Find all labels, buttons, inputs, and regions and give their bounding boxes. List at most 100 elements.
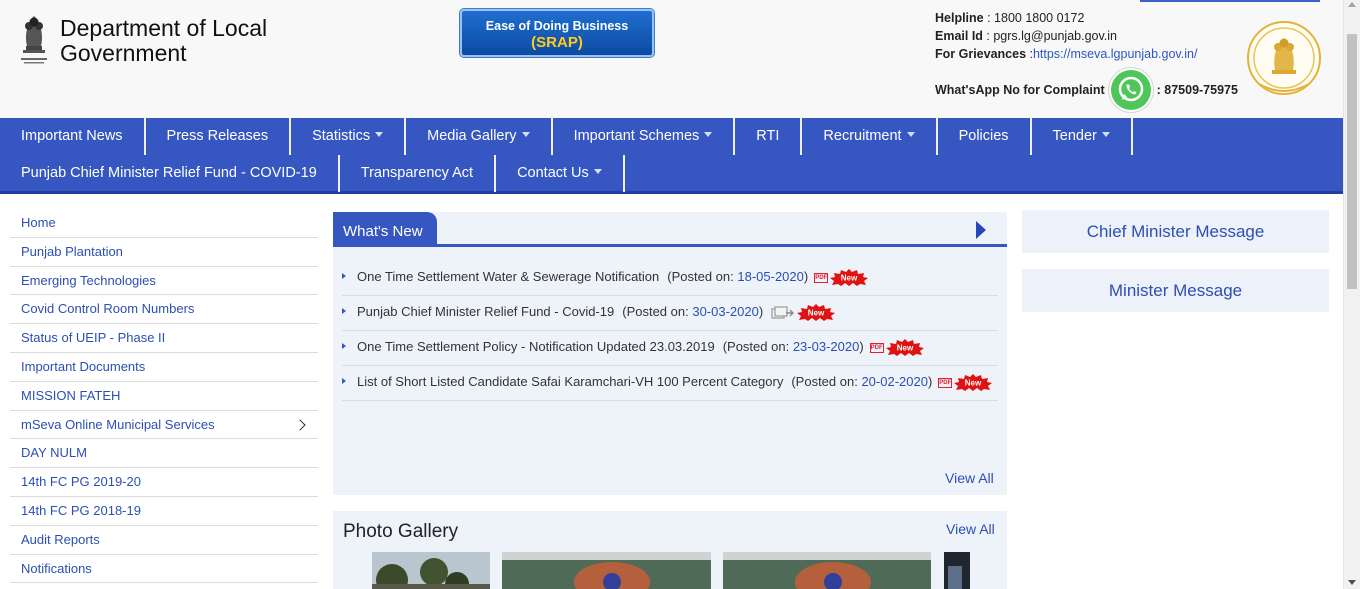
sidebar-item-label: Status of UEIP - Phase II [21,330,166,346]
department-title-line1: Department of Local [60,15,268,41]
sidebar-item-14th-fc-pg-2018-19[interactable]: 14th FC PG 2018-19 [10,497,318,526]
sidebar-item-punjab-plantation[interactable]: Punjab Plantation [10,238,318,267]
sidebar-item-label: Punjab Plantation [21,243,123,259]
pdf-icon[interactable]: PDF [869,342,884,353]
news-item-title[interactable]: One Time Settlement Water & Sewerage Not… [357,269,659,284]
left-sidebar-menu: Home Punjab Plantation Emerging Technologi… [10,209,318,584]
pdf-icon[interactable]: PDF [938,377,953,388]
whats-new-view-all-link[interactable]: View All [945,470,994,486]
gallery-photo-2[interactable] [502,552,711,589]
state-emblem-icon[interactable] [17,10,51,70]
punjab-seal-icon[interactable] [1245,14,1323,102]
posted-prefix: (Posted on: [791,374,862,390]
nav-item-important-schemes[interactable]: Important Schemes [553,118,736,155]
news-item-date: 30-03-2020 [692,304,759,320]
department-title[interactable]: Department of Local Government [60,16,300,66]
main-navigation: Important News Press Releases Statistics Me… [0,118,1343,194]
chief-minister-message-link[interactable]: Chief Minister Message [1022,210,1329,253]
helpline-label: Helpline [935,11,984,25]
pdf-icon[interactable]: PDF [814,272,829,283]
site-header: Department of Local Government Ease of D… [0,0,1343,118]
nav-item-punjab-chief-minister-relief-fund-covid-19[interactable]: Punjab Chief Minister Relief Fund - COVI… [0,155,340,192]
page-scrollbar[interactable] [1343,0,1360,589]
nav-item-tender[interactable]: Tender [1032,118,1133,155]
news-item-title[interactable]: Punjab Chief Minister Relief Fund - Covi… [357,304,614,319]
news-item-date: 23-03-2020 [792,339,860,355]
sidebar-item-mission-fateh[interactable]: MISSION FATEH [10,382,318,411]
nav-item-media-gallery[interactable]: Media Gallery [406,118,553,155]
whatsapp-icon[interactable] [1110,70,1151,110]
sidebar-item-status-of-ueip-phase-ii[interactable]: Status of UEIP - Phase II [10,324,318,353]
sidebar-item-label: Emerging Technologies [21,272,156,288]
email-value: : pgrs.lg@punjab.gov.in [982,29,1118,43]
department-title-line2: Government [60,40,187,66]
sidebar-item-label: mSeva Online Municipal Services [21,416,215,432]
posted-on-text: (Posted on: 23-03-2020) [723,339,864,354]
nav-item-press-releases[interactable]: Press Releases [146,118,292,155]
srap-banner-line1: Ease of Doing Business [485,19,629,33]
posted-prefix: (Posted on: [722,339,793,355]
sidebar-item-home[interactable]: Home [10,209,318,238]
sidebar-item-14th-fc-pg-2019-20[interactable]: 14th FC PG 2019-20 [10,468,318,497]
scrollbar-thumb[interactable] [1347,34,1357,289]
nav-item-transparency-act[interactable]: Transparency Act [340,155,497,192]
email-row: Email Id : pgrs.lg@punjab.gov.in [935,27,1197,45]
gallery-photo-4[interactable] [944,552,970,589]
play-arrow-icon[interactable] [976,221,986,239]
nav-item-label: Tender [1052,128,1097,144]
dropdown-caret-icon [593,168,602,174]
new-badge-icon: New [954,374,993,392]
news-item-title[interactable]: List of Short Listed Candidate Safai Kar… [357,374,783,389]
sidebar-item-audit-reports[interactable]: Audit Reports [10,526,318,555]
new-badge-label: New [808,309,825,318]
share-link-icon[interactable] [771,306,795,320]
dropdown-caret-icon [1101,131,1110,137]
whats-new-panel: What's New One Time Settlement Water & S… [333,212,1007,495]
sidebar-item-label: 14th FC PG 2018-19 [21,502,141,518]
nav-item-statistics[interactable]: Statistics [291,118,407,155]
posted-on-text: (Posted on: 20-02-2020) [791,374,932,389]
grievance-label: For Grievances [935,47,1027,61]
new-badge-label: New [965,379,982,388]
sidebar-item-covid-control-room-numbers[interactable]: Covid Control Room Numbers [10,295,318,325]
photo-gallery-view-all-link[interactable]: View All [946,521,995,537]
whats-new-title: What's New [333,212,437,246]
helpline-row: Helpline : 1800 1800 0172 [935,9,1197,27]
gallery-photo-3[interactable] [723,552,931,589]
whatsapp-label: What'sApp No for Complaint [935,83,1105,97]
nav-item-label: Recruitment [823,128,902,144]
chevron-right-icon[interactable] [294,418,306,431]
nav-item-policies[interactable]: Policies [938,118,1032,155]
nav-item-important-news[interactable]: Important News [0,118,146,155]
top-accent-line [1140,0,1320,2]
nav-item-label: Important Schemes [573,128,700,144]
news-item[interactable]: Punjab Chief Minister Relief Fund - Covi… [342,296,998,332]
sidebar-item-label: DAY NULM [21,445,87,461]
news-item-date: 18-05-2020 [737,269,804,284]
news-item-title[interactable]: One Time Settlement Policy - Notificatio… [357,339,715,354]
news-item[interactable]: One Time Settlement Water & Sewerage Not… [342,261,998,297]
sidebar-item-mseva-online-municipal-services[interactable]: mSeva Online Municipal Services [10,411,318,440]
email-label: Email Id [935,29,983,43]
nav-item-contact-us[interactable]: Contact Us [496,155,625,192]
news-item[interactable]: One Time Settlement Policy - Notificatio… [342,331,998,367]
minister-message-link[interactable]: Minister Message [1022,269,1329,312]
sidebar-item-day-nulm[interactable]: DAY NULM [10,439,318,469]
gallery-photo-1[interactable] [372,552,490,589]
contact-info: Helpline : 1800 1800 0172 Email Id : pgr… [935,9,1197,63]
sidebar-item-important-documents[interactable]: Important Documents [10,353,318,382]
nav-item-recruitment[interactable]: Recruitment [802,118,938,155]
dropdown-caret-icon [906,131,915,137]
nav-item-rti[interactable]: RTI [735,118,803,155]
sidebar-item-notifications[interactable]: Notifications [10,555,318,584]
nav-item-label: Punjab Chief Minister Relief Fund - COVI… [21,165,317,181]
sidebar-item-label: Audit Reports [21,531,100,547]
grievance-link[interactable]: https://mseva.lgpunjab.gov.in/ [1033,47,1197,61]
scroll-down-arrow-icon[interactable] [1348,580,1356,585]
scroll-up-arrow-icon[interactable] [1348,2,1356,7]
ease-of-doing-business-banner[interactable]: Ease of Doing Business (SRAP) [460,9,654,57]
whatsapp-number: : 87509-75975 [1156,83,1238,97]
news-item[interactable]: List of Short Listed Candidate Safai Kar… [342,366,998,402]
sidebar-item-emerging-technologies[interactable]: Emerging Technologies [10,267,318,296]
nav-item-label: RTI [756,128,780,144]
